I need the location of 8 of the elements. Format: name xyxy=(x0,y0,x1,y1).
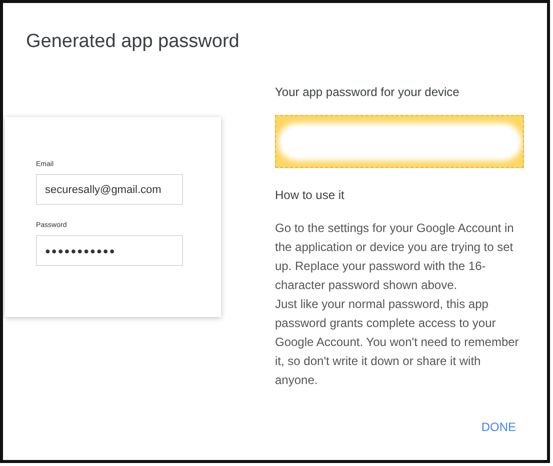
dialog-title: Generated app password xyxy=(26,31,240,53)
instruction-paragraph: Just like your normal password, this app password grants complete access to your Google Account. You won't need to remember it, so don't write it down or share it with anyone. xyxy=(275,296,520,389)
password-field[interactable]: ●●●●●●●●●●● xyxy=(36,235,183,266)
section-heading: How to use it xyxy=(275,188,346,202)
done-button[interactable]: DONE xyxy=(478,416,519,438)
email-field[interactable]: securesally@gmail.com xyxy=(36,174,183,205)
instruction-paragraph: Go to the settings for your Google Account in the application or device you are trying to set up. Replace your password with the 16-character password shown above. xyxy=(275,220,515,294)
panel-heading: Your app password for your device xyxy=(275,85,460,99)
